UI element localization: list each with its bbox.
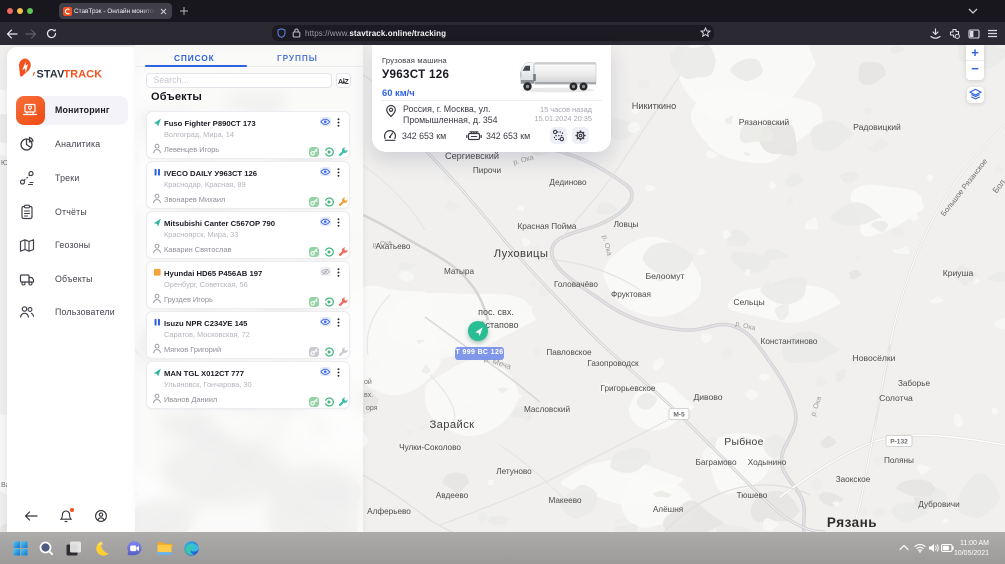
svg-text:Z: Z	[345, 79, 350, 86]
svg-text:STAV: STAV	[37, 69, 66, 81]
svg-text:A: A	[338, 79, 343, 86]
svg-text:TRACK: TRACK	[64, 69, 103, 81]
